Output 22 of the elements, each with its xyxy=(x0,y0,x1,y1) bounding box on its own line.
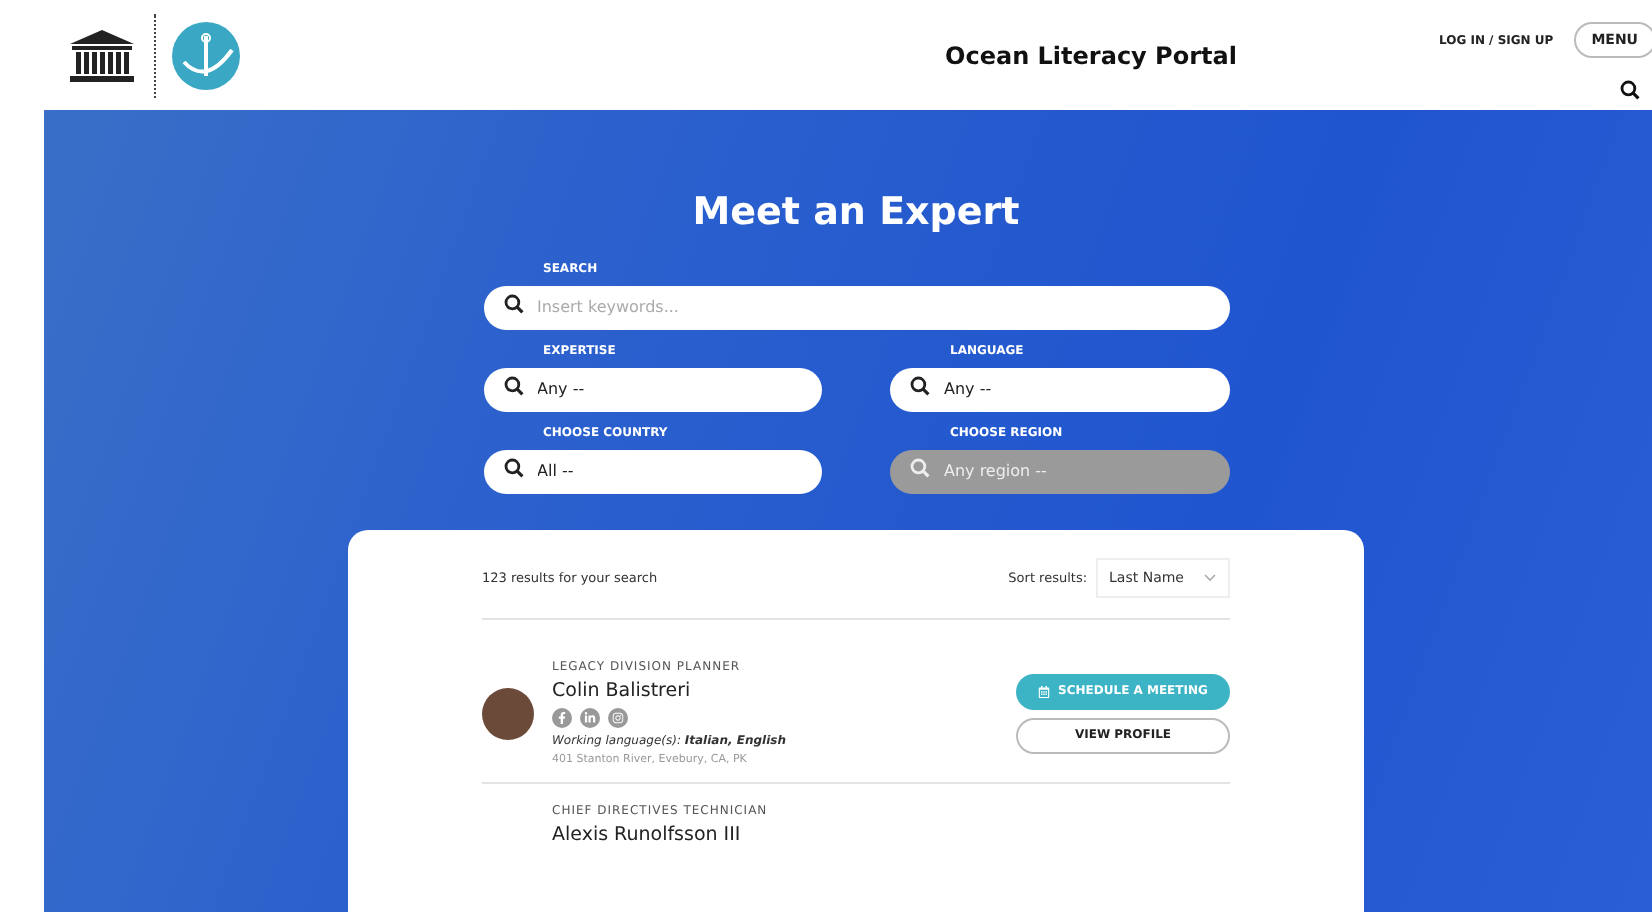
calendar-icon xyxy=(1038,685,1051,697)
expert-name: Colin Balistreri xyxy=(552,680,693,702)
search-icon xyxy=(910,376,930,396)
instagram-icon[interactable] xyxy=(608,708,628,728)
linkedin-icon[interactable] xyxy=(580,708,600,728)
site-title: Ocean Literacy Portal xyxy=(943,41,1239,69)
filter-field[interactable]: Any -- xyxy=(483,367,822,411)
ocean-circle-logo-icon xyxy=(172,21,240,89)
avatar-circle xyxy=(482,687,534,739)
filter-field[interactable]: All -- xyxy=(483,449,822,493)
facebook-icon[interactable] xyxy=(552,708,572,728)
expert-name: Alexis Runolfsson III xyxy=(552,824,743,846)
search-icon xyxy=(503,458,523,478)
search-icon xyxy=(1620,80,1640,100)
page-heading: Meet an Expert xyxy=(692,190,1020,234)
search-icon xyxy=(503,376,523,396)
temple-logo-icon xyxy=(66,27,138,83)
search-icon xyxy=(503,294,523,314)
filter-field[interactable]: Any -- xyxy=(890,367,1229,411)
search-icon xyxy=(910,458,930,478)
chevron-down-icon xyxy=(1204,574,1216,582)
search-field[interactable]: Insert keywords... xyxy=(483,285,1229,329)
